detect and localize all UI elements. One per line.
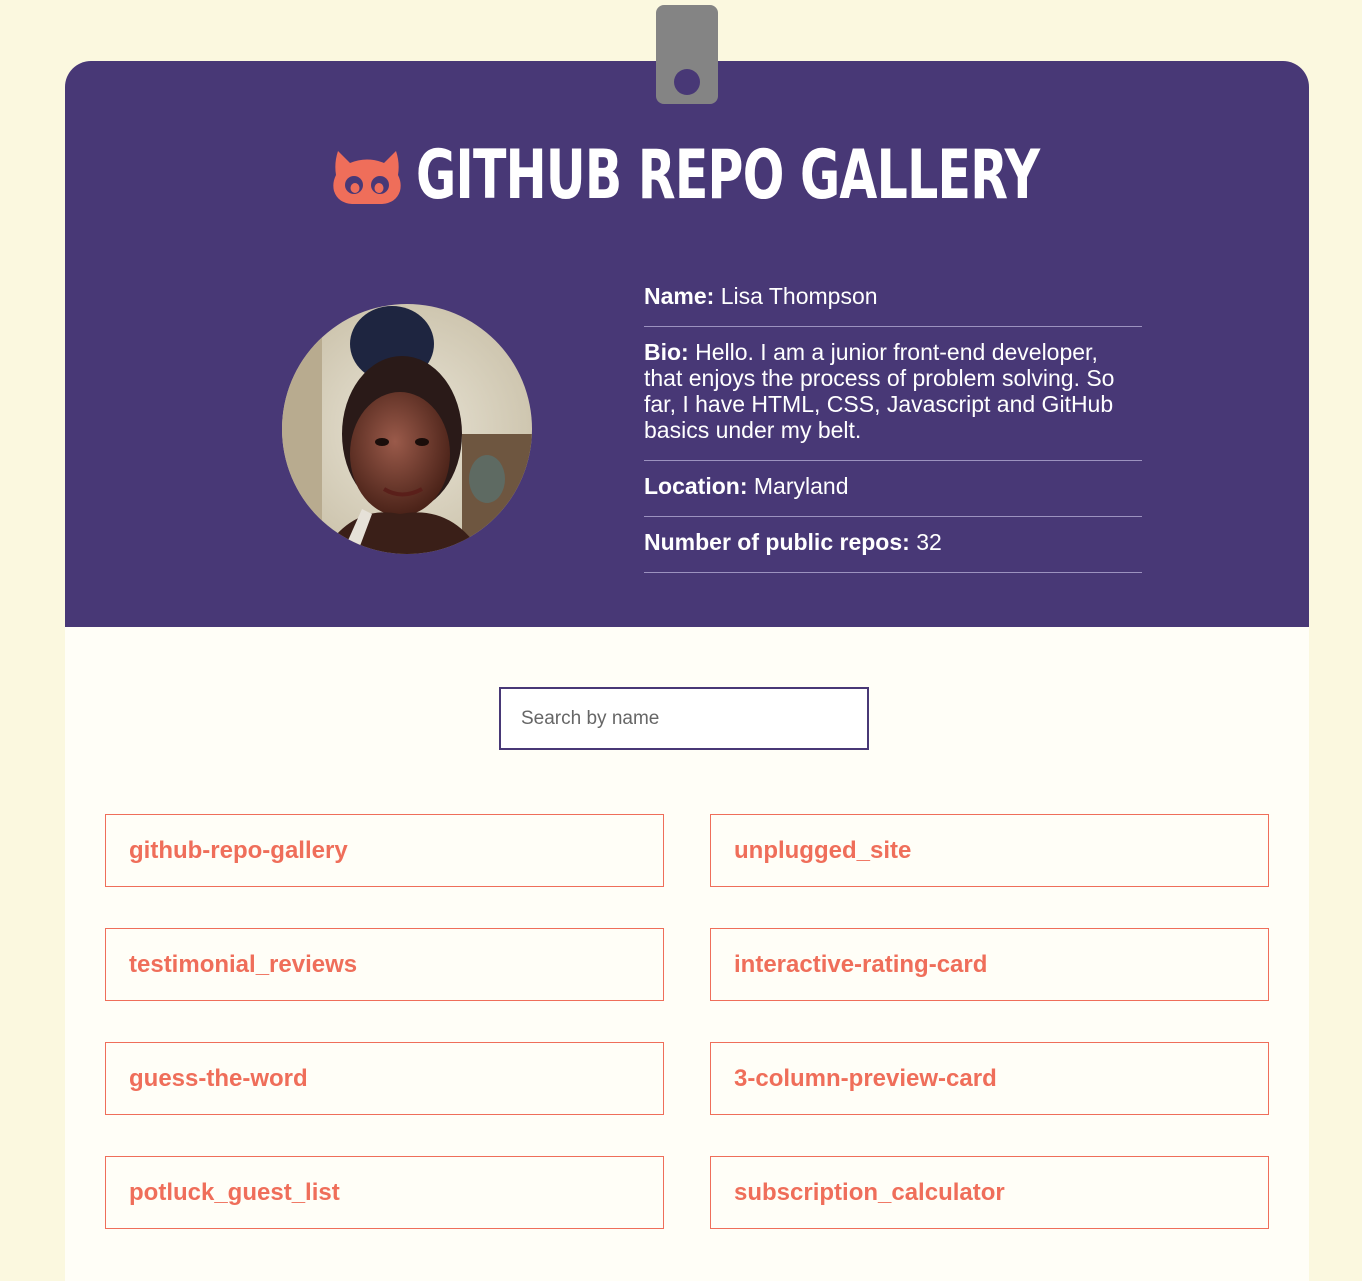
bio-value: Hello. I am a junior front-end developer… (644, 339, 1115, 443)
repo-name: potluck_guest_list (129, 1178, 340, 1206)
repos-section: github-repo-gallery unplugged_site testi… (65, 627, 1309, 1281)
repo-item[interactable]: 3-column-preview-card (710, 1042, 1269, 1115)
clip-hole (674, 69, 700, 95)
repo-item[interactable]: potluck_guest_list (105, 1156, 664, 1229)
profile-info: Name: Lisa Thompson Bio: Hello. I am a j… (644, 271, 1142, 573)
repo-item[interactable]: unplugged_site (710, 814, 1269, 887)
repo-name: subscription_calculator (734, 1178, 1005, 1206)
repo-item[interactable]: interactive-rating-card (710, 928, 1269, 1001)
repos-count-label: Number of public repos: (644, 529, 910, 555)
repo-name: testimonial_reviews (129, 950, 358, 978)
profile-repos-row: Number of public repos: 32 (644, 517, 1142, 573)
location-label: Location: (644, 473, 748, 499)
search-input[interactable] (499, 687, 869, 750)
repo-name: 3-column-preview-card (734, 1064, 997, 1092)
repos-count-value: 32 (916, 529, 942, 555)
avatar (282, 304, 532, 554)
repo-item[interactable]: guess-the-word (105, 1042, 664, 1115)
gallery-card: GITHUB REPO GALLERY Name: Lisa Thompson … (65, 61, 1309, 1281)
profile-location-row: Location: Maryland (644, 461, 1142, 517)
repo-name: interactive-rating-card (734, 950, 988, 978)
name-value: Lisa Thompson (720, 283, 878, 309)
bio-label: Bio: (644, 339, 689, 365)
profile-bio-row: Bio: Hello. I am a junior front-end deve… (644, 327, 1142, 461)
clipboard-clip (656, 5, 718, 104)
repo-name: github-repo-gallery (129, 836, 348, 864)
name-label: Name: (644, 283, 715, 309)
profile-name-row: Name: Lisa Thompson (644, 271, 1142, 327)
repo-item[interactable]: subscription_calculator (710, 1156, 1269, 1229)
repo-name: unplugged_site (734, 836, 912, 864)
repo-name: guess-the-word (129, 1064, 308, 1092)
repo-item[interactable]: testimonial_reviews (105, 928, 664, 1001)
page-title: GITHUB REPO GALLERY (416, 136, 1040, 215)
repo-item[interactable]: github-repo-gallery (105, 814, 664, 887)
title-row: GITHUB REPO GALLERY (332, 131, 1282, 221)
location-value: Maryland (753, 473, 849, 499)
header: GITHUB REPO GALLERY Name: Lisa Thompson … (65, 61, 1309, 627)
octocat-icon (333, 151, 401, 204)
repo-list: github-repo-gallery unplugged_site testi… (105, 814, 1269, 1229)
